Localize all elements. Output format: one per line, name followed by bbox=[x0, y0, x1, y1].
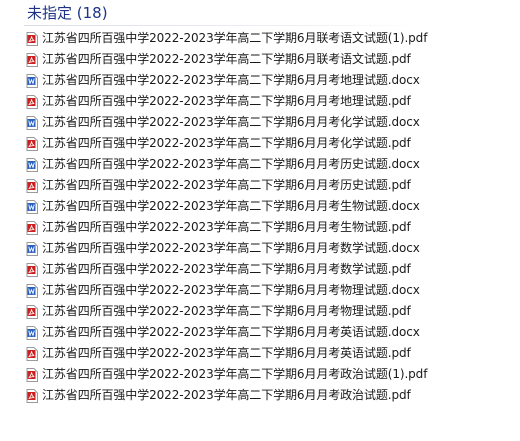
file-name: 江苏省四所百强中学2022-2023学年高二下学期6月月考生物试题.pdf bbox=[42, 220, 411, 234]
file-item[interactable]: 江苏省四所百强中学2022-2023学年高二下学期6月月考英语试题.docx bbox=[26, 322, 427, 343]
word-icon bbox=[26, 199, 38, 214]
file-item[interactable]: 江苏省四所百强中学2022-2023学年高二下学期6月月考数学试题.docx bbox=[26, 238, 427, 259]
file-item[interactable]: 江苏省四所百强中学2022-2023学年高二下学期6月联考语文试题(1).pdf bbox=[26, 28, 427, 49]
word-icon bbox=[26, 325, 38, 340]
file-name: 江苏省四所百强中学2022-2023学年高二下学期6月月考政治试题(1).pdf bbox=[42, 367, 428, 381]
word-icon bbox=[26, 241, 38, 256]
file-item[interactable]: 江苏省四所百强中学2022-2023学年高二下学期6月月考地理试题.pdf bbox=[26, 91, 427, 112]
pdf-icon bbox=[26, 304, 38, 319]
file-item[interactable]: 江苏省四所百强中学2022-2023学年高二下学期6月月考物理试题.docx bbox=[26, 280, 427, 301]
file-group-unassigned: 未指定 (18) 江苏省四所百强中学2022-2023学年高二下学期6月联考语文… bbox=[0, 0, 520, 441]
file-item[interactable]: 江苏省四所百强中学2022-2023学年高二下学期6月联考语文试题.pdf bbox=[26, 49, 427, 70]
file-name: 江苏省四所百强中学2022-2023学年高二下学期6月月考数学试题.docx bbox=[42, 241, 420, 255]
pdf-icon bbox=[26, 367, 38, 382]
file-item[interactable]: 江苏省四所百强中学2022-2023学年高二下学期6月月考政治试题.pdf bbox=[26, 385, 427, 406]
file-name: 江苏省四所百强中学2022-2023学年高二下学期6月月考地理试题.docx bbox=[42, 73, 420, 87]
file-item[interactable]: 江苏省四所百强中学2022-2023学年高二下学期6月月考化学试题.pdf bbox=[26, 133, 427, 154]
file-name: 江苏省四所百强中学2022-2023学年高二下学期6月月考数学试题.pdf bbox=[42, 262, 411, 276]
file-name: 江苏省四所百强中学2022-2023学年高二下学期6月月考历史试题.docx bbox=[42, 157, 420, 171]
word-icon bbox=[26, 73, 38, 88]
file-name: 江苏省四所百强中学2022-2023学年高二下学期6月月考政治试题.pdf bbox=[42, 388, 411, 402]
file-item[interactable]: 江苏省四所百强中学2022-2023学年高二下学期6月月考政治试题(1).pdf bbox=[26, 364, 427, 385]
pdf-icon bbox=[26, 346, 38, 361]
pdf-icon bbox=[26, 94, 38, 109]
file-name: 江苏省四所百强中学2022-2023学年高二下学期6月月考生物试题.docx bbox=[42, 199, 420, 213]
pdf-icon bbox=[26, 52, 38, 67]
pdf-icon bbox=[26, 178, 38, 193]
file-name: 江苏省四所百强中学2022-2023学年高二下学期6月月考化学试题.docx bbox=[42, 115, 420, 129]
group-divider bbox=[24, 25, 424, 26]
group-header[interactable]: 未指定 (18) bbox=[27, 3, 108, 23]
file-name: 江苏省四所百强中学2022-2023学年高二下学期6月月考地理试题.pdf bbox=[42, 94, 411, 108]
file-item[interactable]: 江苏省四所百强中学2022-2023学年高二下学期6月月考化学试题.docx bbox=[26, 112, 427, 133]
word-icon bbox=[26, 115, 38, 130]
file-name: 江苏省四所百强中学2022-2023学年高二下学期6月月考历史试题.pdf bbox=[42, 178, 411, 192]
file-item[interactable]: 江苏省四所百强中学2022-2023学年高二下学期6月月考历史试题.pdf bbox=[26, 175, 427, 196]
file-item[interactable]: 江苏省四所百强中学2022-2023学年高二下学期6月月考英语试题.pdf bbox=[26, 343, 427, 364]
file-name: 江苏省四所百强中学2022-2023学年高二下学期6月月考物理试题.pdf bbox=[42, 304, 411, 318]
file-name: 江苏省四所百强中学2022-2023学年高二下学期6月联考语文试题(1).pdf bbox=[42, 31, 428, 45]
pdf-icon bbox=[26, 262, 38, 277]
file-list: 江苏省四所百强中学2022-2023学年高二下学期6月联考语文试题(1).pdf… bbox=[26, 28, 427, 406]
pdf-icon bbox=[26, 388, 38, 403]
file-name: 江苏省四所百强中学2022-2023学年高二下学期6月月考英语试题.docx bbox=[42, 325, 420, 339]
file-item[interactable]: 江苏省四所百强中学2022-2023学年高二下学期6月月考地理试题.docx bbox=[26, 70, 427, 91]
file-name: 江苏省四所百强中学2022-2023学年高二下学期6月月考物理试题.docx bbox=[42, 283, 420, 297]
file-item[interactable]: 江苏省四所百强中学2022-2023学年高二下学期6月月考历史试题.docx bbox=[26, 154, 427, 175]
pdf-icon bbox=[26, 220, 38, 235]
file-name: 江苏省四所百强中学2022-2023学年高二下学期6月联考语文试题.pdf bbox=[42, 52, 411, 66]
file-item[interactable]: 江苏省四所百强中学2022-2023学年高二下学期6月月考生物试题.pdf bbox=[26, 217, 427, 238]
file-name: 江苏省四所百强中学2022-2023学年高二下学期6月月考化学试题.pdf bbox=[42, 136, 411, 150]
word-icon bbox=[26, 157, 38, 172]
file-name: 江苏省四所百强中学2022-2023学年高二下学期6月月考英语试题.pdf bbox=[42, 346, 411, 360]
word-icon bbox=[26, 283, 38, 298]
pdf-icon bbox=[26, 31, 38, 46]
pdf-icon bbox=[26, 136, 38, 151]
file-item[interactable]: 江苏省四所百强中学2022-2023学年高二下学期6月月考物理试题.pdf bbox=[26, 301, 427, 322]
file-item[interactable]: 江苏省四所百强中学2022-2023学年高二下学期6月月考数学试题.pdf bbox=[26, 259, 427, 280]
file-item[interactable]: 江苏省四所百强中学2022-2023学年高二下学期6月月考生物试题.docx bbox=[26, 196, 427, 217]
